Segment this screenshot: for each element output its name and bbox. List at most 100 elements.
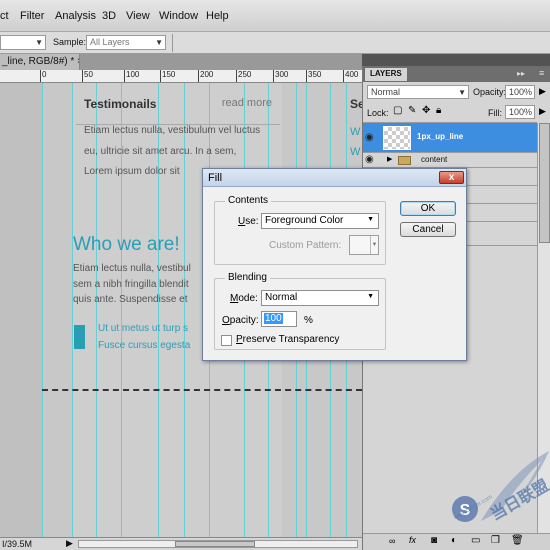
- menu-item-analysis[interactable]: Analysis: [55, 10, 96, 22]
- testimonials-header: Testimonails read more: [76, 85, 280, 125]
- menu-item-edit[interactable]: ct: [0, 10, 9, 22]
- options-bar: ▼ Sample: All Layers ▼: [0, 32, 550, 54]
- visibility-eye-icon[interactable]: ◉: [365, 132, 379, 143]
- who-line: quis ante. Suspendisse et: [73, 294, 188, 305]
- fx-icon[interactable]: fx: [409, 535, 416, 545]
- read-more-link: read more: [221, 97, 272, 109]
- horizontal-ruler: 0 50 100 150 200 250 300 350 400: [0, 70, 362, 83]
- menu-item-window[interactable]: Window: [159, 10, 198, 22]
- new-group-icon[interactable]: ▭: [471, 535, 480, 546]
- opacity-unit: %: [304, 315, 313, 326]
- opacity-input[interactable]: 100%: [505, 85, 535, 99]
- options-divider: [172, 34, 173, 52]
- testimonial-line: Lorem ipsum dolor sit: [84, 166, 180, 177]
- pattern-dropdown-icon[interactable]: ▼: [370, 236, 378, 254]
- status-bar: I/39.5M ▶: [0, 537, 362, 550]
- canvas-margin-left: [0, 83, 42, 537]
- quote-bar: [74, 325, 85, 349]
- ruler-tick: 200: [198, 70, 213, 82]
- tool-size-select[interactable]: ▼: [0, 35, 46, 50]
- layers-header: LAYERS ▸▸ ≡: [363, 66, 550, 82]
- mode-label: Mode:: [230, 293, 258, 304]
- blend-mode-select[interactable]: Normal ▼: [367, 85, 469, 99]
- layer-name[interactable]: 1px_up_line: [417, 132, 463, 141]
- ruler-tick: 250: [236, 70, 251, 82]
- preserve-transparency-checkbox[interactable]: [221, 335, 232, 346]
- opacity-value: 100: [264, 313, 283, 324]
- scrollbar-thumb[interactable]: [175, 541, 255, 547]
- lock-transparent-icon[interactable]: ▢: [393, 105, 402, 116]
- ruler-tick: 150: [160, 70, 175, 82]
- opacity-label: Opacity:: [473, 87, 507, 97]
- use-select[interactable]: Foreground Color ▼: [261, 213, 379, 229]
- mode-select[interactable]: Normal ▼: [261, 290, 379, 306]
- mask-icon[interactable]: ◙: [431, 535, 437, 546]
- layer-thumbnail: [383, 126, 411, 150]
- opacity-field[interactable]: 100: [261, 311, 297, 327]
- side-link: W: [350, 146, 361, 158]
- custom-pattern-label: Custom Pattern:: [269, 240, 342, 251]
- new-layer-icon[interactable]: ❐: [491, 535, 500, 546]
- folder-icon: [398, 156, 411, 165]
- dialog-titlebar[interactable]: Fill x: [203, 169, 466, 187]
- preserve-transparency-label: Preserve Transparency: [236, 334, 340, 345]
- testimonial-line: eu, ultricie sit amet arcu. In a sem,: [84, 146, 237, 157]
- ruler-tick: 300: [273, 70, 288, 82]
- quote-line: Ut ut metus ut turp s: [98, 323, 189, 334]
- lock-move-icon[interactable]: ✥: [422, 105, 430, 116]
- layer-row-selected[interactable]: ◉ 1px_up_line: [363, 123, 537, 153]
- close-button[interactable]: x: [439, 171, 464, 184]
- cancel-button[interactable]: Cancel: [400, 222, 456, 237]
- contents-group: [214, 201, 386, 265]
- expand-arrow-icon[interactable]: ▶: [387, 155, 392, 163]
- who-we-are-heading: Who we are!: [73, 234, 180, 255]
- document-tab[interactable]: _line, RGB/8#) * ×: [0, 54, 80, 70]
- sample-label: Sample:: [53, 37, 87, 47]
- doc-size: I/39.5M: [2, 539, 33, 549]
- ruler-tick: 350: [306, 70, 321, 82]
- collapse-icon[interactable]: ▸▸: [517, 69, 525, 78]
- layer-group-row[interactable]: ◉ ▶ content: [363, 153, 537, 168]
- menu-item-3d[interactable]: 3D: [102, 10, 116, 22]
- side-heading: Se: [350, 97, 362, 111]
- use-label: Use:: [238, 216, 259, 227]
- opacity-arrow-icon[interactable]: ▶: [539, 86, 546, 97]
- link-layers-icon[interactable]: ∞: [389, 536, 395, 546]
- menu-item-help[interactable]: Help: [206, 10, 229, 22]
- sample-select[interactable]: All Layers ▼: [86, 35, 166, 50]
- visibility-eye-icon[interactable]: ◉: [365, 154, 379, 165]
- fill-arrow-icon[interactable]: ▶: [539, 106, 546, 117]
- guide-line: [72, 83, 73, 537]
- testimonial-line: Etiam lectus nulla, vestibulum vel luctu…: [84, 125, 261, 136]
- fill-label: Fill:: [488, 108, 502, 118]
- side-link: W: [350, 126, 361, 138]
- menu-item-filter[interactable]: Filter: [20, 10, 44, 22]
- lock-paint-icon[interactable]: ✎: [408, 105, 416, 116]
- layer-name[interactable]: content: [421, 155, 447, 164]
- ruler-tick: 50: [82, 70, 93, 82]
- menu-bar: ct Filter Analysis 3D View Window Help: [0, 0, 550, 32]
- guide-line: [42, 83, 43, 537]
- who-line: sem a nibh fringilla blendit: [73, 279, 189, 290]
- layers-tab[interactable]: LAYERS: [365, 68, 407, 81]
- dialog-title: Fill: [208, 172, 223, 184]
- fill-input[interactable]: 100%: [505, 105, 535, 119]
- quote-line: Fusce cursus egesta: [98, 340, 191, 351]
- scrollbar-thumb[interactable]: [539, 123, 550, 243]
- pattern-picker[interactable]: ▼: [349, 235, 379, 255]
- ruler-tick: 0: [40, 70, 46, 82]
- trash-icon[interactable]: 🗑︎: [511, 535, 524, 546]
- menu-item-view[interactable]: View: [126, 10, 150, 22]
- tab-strip: [80, 54, 362, 70]
- contents-legend: Contents: [225, 195, 272, 206]
- status-arrow-icon[interactable]: ▶: [66, 538, 73, 549]
- panel-menu-icon[interactable]: ≡: [539, 68, 544, 78]
- adjustment-icon[interactable]: ◐: [451, 535, 457, 546]
- who-line: Etiam lectus nulla, vestibul: [73, 263, 191, 274]
- opacity-label: Opacity:: [222, 315, 259, 326]
- horizontal-scrollbar[interactable]: [78, 540, 358, 548]
- lock-label: Lock:: [367, 108, 389, 118]
- lock-all-icon[interactable]: 🔒︎: [436, 105, 441, 116]
- ok-button[interactable]: OK: [400, 201, 456, 216]
- ruler-tick: 100: [124, 70, 139, 82]
